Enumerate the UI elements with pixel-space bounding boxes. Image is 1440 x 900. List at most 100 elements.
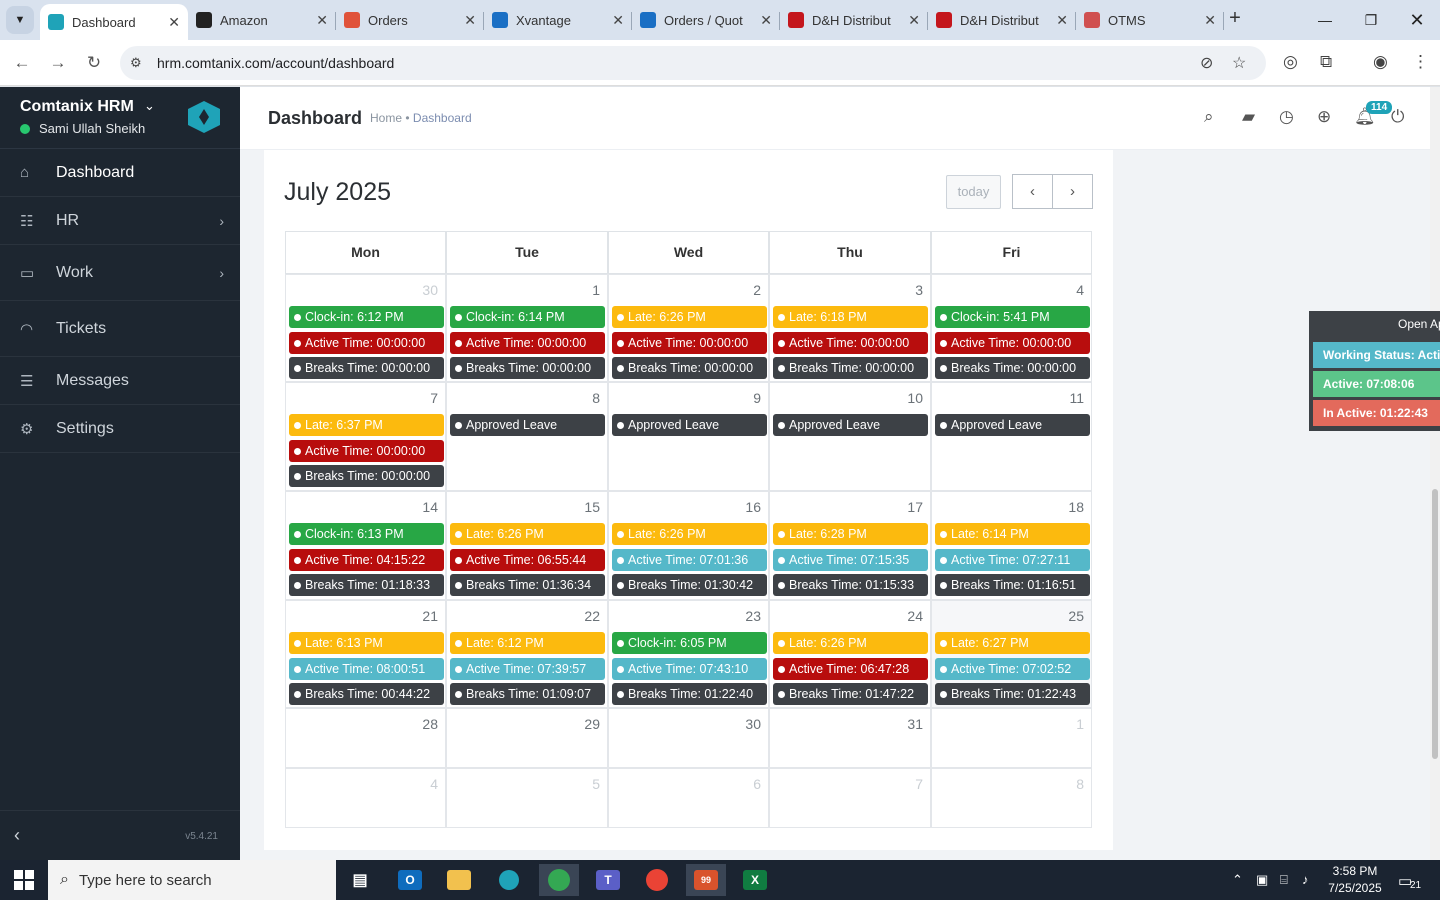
chrome-icon[interactable] (539, 864, 579, 896)
calendar-event[interactable]: Approved Leave (935, 414, 1090, 436)
calendar-event[interactable]: Active Time: 00:00:00 (289, 331, 444, 354)
browser-tab[interactable]: Orders ✕ (336, 4, 484, 36)
taskbar-search[interactable]: ⌕ Type here to search (48, 860, 336, 900)
taskbar-clock[interactable]: 3:58 PM 7/25/2025 (1320, 863, 1390, 897)
calendar-day-cell[interactable]: 22 Late: 6:12 PM Active Time: 07:39:57 Brea… (446, 600, 608, 708)
calendar-day-cell[interactable]: 8 Approved Leave (446, 382, 608, 491)
restore-button[interactable]: ❐ (1348, 0, 1394, 40)
calendar-day-cell[interactable]: 16 Late: 6:26 PM Active Time: 07:01:36 Brea… (608, 491, 769, 600)
file-explorer-icon[interactable] (439, 864, 479, 896)
calendar-event[interactable]: Approved Leave (612, 414, 767, 436)
calendar-day-cell[interactable]: 14 Clock-in: 6:13 PM Active Time: 04:15:22… (285, 491, 446, 600)
chrome-profile-icon[interactable] (637, 864, 677, 896)
excel-icon[interactable]: X (735, 864, 775, 896)
calendar-day-cell[interactable]: 21 Late: 6:13 PM Active Time: 08:00:51 Brea… (285, 600, 446, 708)
calendar-event[interactable]: Breaks Time: 00:00:00 (289, 357, 444, 379)
calendar-event[interactable]: Late: 6:37 PM (289, 414, 444, 436)
calendar-event[interactable]: Active Time: 00:00:00 (773, 331, 928, 354)
calendar-event[interactable]: Late: 6:26 PM (450, 523, 605, 545)
breadcrumb-home[interactable]: Home (370, 111, 402, 125)
calendar-event[interactable]: Active Time: 07:01:36 (612, 548, 767, 571)
sidebar-item-hr[interactable]: ☷ HR › (0, 197, 240, 245)
calendar-day-cell[interactable]: 4 (285, 768, 446, 828)
calendar-day-cell[interactable]: 17 Late: 6:28 PM Active Time: 07:15:35 Brea… (769, 491, 931, 600)
calendar-day-cell[interactable]: 30 (608, 708, 769, 768)
calendar-event[interactable]: Active Time: 00:00:00 (289, 439, 444, 462)
minimize-button[interactable]: — (1302, 0, 1348, 40)
calendar-event[interactable]: Breaks Time: 01:30:42 (612, 574, 767, 596)
browser-tab[interactable]: D&H Distribut ✕ (928, 4, 1076, 36)
calendar-event[interactable]: Late: 6:26 PM (612, 523, 767, 545)
calendar-day-cell[interactable]: 24 Late: 6:26 PM Active Time: 06:47:28 Brea… (769, 600, 931, 708)
browser-tab[interactable]: Dashboard ✕ (40, 4, 188, 40)
scrollbar-thumb[interactable] (1432, 489, 1438, 759)
calendar-event[interactable]: Late: 6:13 PM (289, 632, 444, 654)
calendar-event[interactable]: Breaks Time: 01:18:33 (289, 574, 444, 596)
calendar-event[interactable]: Active Time: 00:00:00 (450, 331, 605, 354)
calendar-event[interactable]: Breaks Time: 01:15:33 (773, 574, 928, 596)
calendar-event[interactable]: Late: 6:14 PM (935, 523, 1090, 545)
calendar-event[interactable]: Breaks Time: 00:00:00 (612, 357, 767, 379)
browser-tab[interactable]: Orders / Quot ✕ (632, 4, 780, 36)
hrm-app-icon[interactable] (489, 864, 529, 896)
calendar-day-cell[interactable]: 3 Late: 6:18 PM Active Time: 00:00:00 Break… (769, 274, 931, 382)
next-month-button[interactable]: › (1052, 174, 1093, 209)
calendar-day-cell[interactable]: 9 Approved Leave (608, 382, 769, 491)
calendar-event[interactable]: Clock-in: 6:12 PM (289, 306, 444, 328)
calendar-day-cell[interactable]: 28 (285, 708, 446, 768)
calendar-event[interactable]: Late: 6:12 PM (450, 632, 605, 654)
calendar-event[interactable]: Active Time: 06:55:44 (450, 548, 605, 571)
browser-tab[interactable]: D&H Distribut ✕ (780, 4, 928, 36)
close-tab-icon[interactable]: ✕ (316, 12, 328, 29)
calendar-event[interactable]: Approved Leave (773, 414, 928, 436)
calendar-event[interactable]: Active Time: 00:00:00 (935, 331, 1090, 354)
calendar-event[interactable]: Clock-in: 5:41 PM (935, 306, 1090, 328)
calendar-event[interactable]: Clock-in: 6:14 PM (450, 306, 605, 328)
profile-icon[interactable]: ◉ (1373, 52, 1388, 72)
browser-tab[interactable]: Xvantage ✕ (484, 4, 632, 36)
sidebar-item-dashboard[interactable]: ⌂ Dashboard (0, 149, 240, 197)
zoom-icon[interactable]: 99 (686, 864, 726, 896)
calendar-event[interactable]: Breaks Time: 01:16:51 (935, 574, 1090, 596)
sticky-note-icon[interactable]: ▰ (1242, 107, 1255, 127)
outlook-icon[interactable]: O (390, 864, 430, 896)
open-app-link[interactable]: Open Ap (1398, 317, 1440, 331)
bookmark-star-icon[interactable]: ☆ (1232, 53, 1246, 73)
sidebar-item-work[interactable]: ▭ Work › (0, 245, 240, 301)
close-tab-icon[interactable]: ✕ (1056, 12, 1068, 29)
task-view-icon[interactable]: ▤ (340, 864, 380, 896)
sidebar-item-settings[interactable]: ⚙ Settings (0, 405, 240, 453)
prev-month-button[interactable]: ‹ (1012, 174, 1053, 209)
calendar-event[interactable]: Late: 6:18 PM (773, 306, 928, 328)
close-tab-icon[interactable]: ✕ (612, 12, 624, 29)
calendar-event[interactable]: Active Time: 07:27:11 (935, 548, 1090, 571)
windows-start-icon[interactable] (14, 870, 34, 890)
close-tab-icon[interactable]: ✕ (168, 14, 180, 31)
network-alert-icon[interactable]: ▣ (1256, 872, 1268, 888)
calendar-event[interactable]: Clock-in: 6:05 PM (612, 632, 767, 654)
menu-kebab-icon[interactable]: ⋮ (1412, 52, 1429, 72)
calendar-event[interactable]: Breaks Time: 01:22:43 (935, 683, 1090, 705)
calendar-event[interactable]: Active Time: 07:43:10 (612, 657, 767, 680)
power-icon[interactable]: ⏻ (1391, 107, 1404, 127)
browser-tab[interactable]: OTMS ✕ (1076, 4, 1224, 36)
calendar-day-cell[interactable]: 7 Late: 6:37 PM Active Time: 00:00:00 Break… (285, 382, 446, 491)
app-name[interactable]: Comtanix HRM (20, 98, 134, 116)
calendar-event[interactable]: Breaks Time: 00:00:00 (450, 357, 605, 379)
calendar-event[interactable]: Breaks Time: 01:09:07 (450, 683, 605, 705)
sidebar-item-tickets[interactable]: ◠ Tickets (0, 301, 240, 357)
calendar-day-cell[interactable]: 2 Late: 6:26 PM Active Time: 00:00:00 Break… (608, 274, 769, 382)
calendar-event[interactable]: Breaks Time: 00:00:00 (773, 357, 928, 379)
close-tab-icon[interactable]: ✕ (464, 12, 476, 29)
collapse-sidebar-icon[interactable]: ‹ (14, 825, 20, 846)
calendar-event[interactable]: Breaks Time: 00:00:00 (289, 465, 444, 487)
calendar-event[interactable]: Breaks Time: 00:00:00 (935, 357, 1090, 379)
calendar-day-cell[interactable]: 23 Clock-in: 6:05 PM Active Time: 07:43:10… (608, 600, 769, 708)
calendar-day-cell[interactable]: 29 (446, 708, 608, 768)
calendar-day-cell[interactable]: 1 Clock-in: 6:14 PM Active Time: 00:00:00 B… (446, 274, 608, 382)
calendar-event[interactable]: Late: 6:28 PM (773, 523, 928, 545)
address-bar[interactable]: ⚙ hrm.comtanix.com/account/dashboard ⊘ ☆ (120, 46, 1266, 80)
chevron-up-icon[interactable]: ⌃ (1232, 872, 1243, 888)
volume-icon[interactable]: ♪ (1302, 872, 1309, 887)
page-scrollbar[interactable] (1430, 87, 1440, 860)
